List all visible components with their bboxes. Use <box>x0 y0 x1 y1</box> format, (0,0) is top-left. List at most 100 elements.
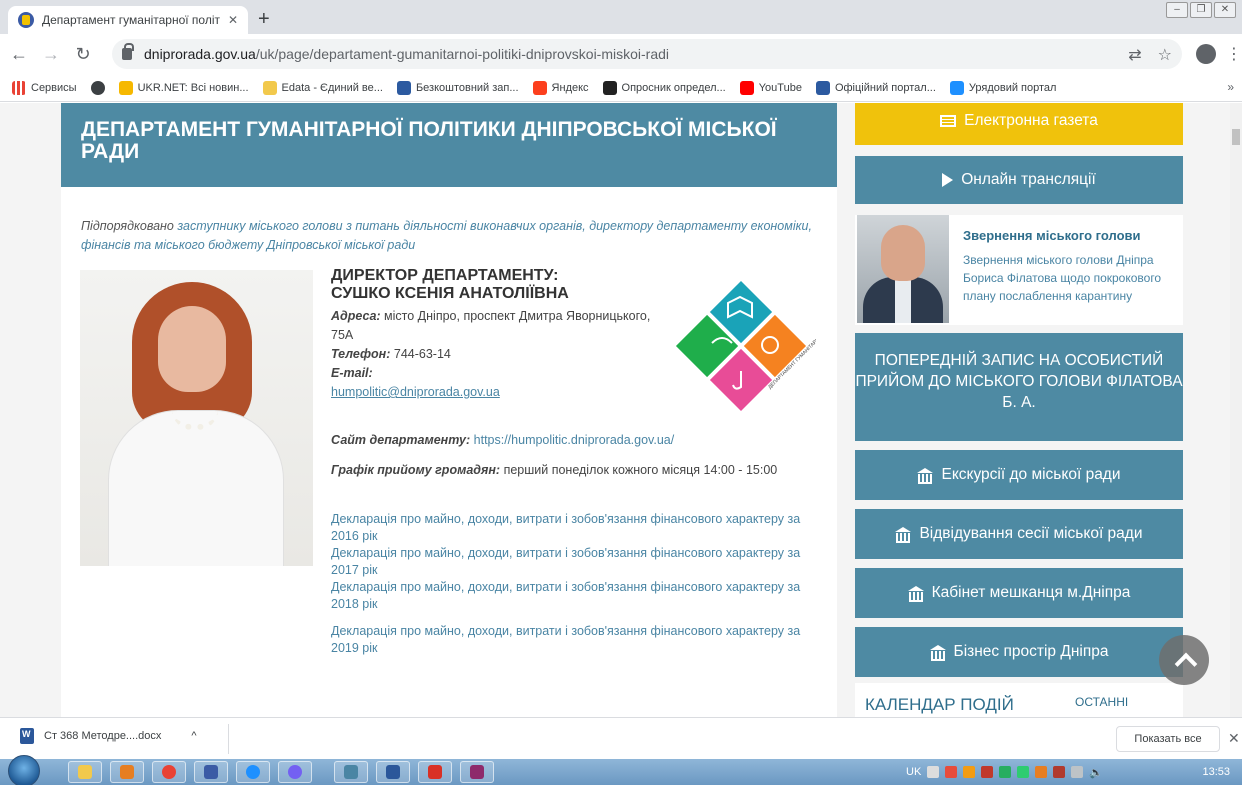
email-link[interactable]: humpolitic@dniprorada.gov.ua <box>331 385 500 399</box>
declaration-link-2016[interactable]: Декларація про майно, доходи, витрати і … <box>331 511 801 545</box>
menu-kebab-icon[interactable]: ⋮ <box>1226 44 1242 64</box>
play-icon <box>942 173 954 187</box>
bookmark-item[interactable]: Edata - Єдиний ве... <box>262 80 383 95</box>
flag-icon[interactable] <box>1035 766 1048 778</box>
bookmark-item[interactable] <box>90 80 105 95</box>
appointment-button[interactable]: ПОПЕРЕДНІЙ ЗАПИС НА ОСОБИСТИЙ ПРИЙОМ ДО … <box>855 333 1183 441</box>
mayor-photo <box>857 215 949 323</box>
tab-strip: Департамент гуманітарної політ ✕ + – ❐ ✕ <box>0 0 1242 34</box>
building-icon <box>917 468 934 484</box>
mayor-appeal-text[interactable]: Звернення міського голови Дніпра Бориса … <box>963 251 1173 319</box>
building-icon <box>929 645 946 661</box>
bookmark-item[interactable]: Опросник определ... <box>602 80 726 95</box>
restore-button[interactable]: ❐ <box>1190 2 1212 18</box>
bookmark-item[interactable]: Сервисы <box>12 80 77 95</box>
director-full-name: СУШКО КСЕНІЯ АНАТОЛІЇВНА <box>331 285 569 302</box>
tray-app-icon[interactable] <box>963 766 976 778</box>
url-path: /uk/page/departament-gumanitarnoi-politi… <box>255 46 670 62</box>
bookmark-item[interactable]: Яндекс <box>532 80 589 95</box>
taskbar-viber[interactable] <box>278 761 312 783</box>
close-window-button[interactable]: ✕ <box>1214 2 1236 18</box>
new-tab-button[interactable]: + <box>258 9 270 29</box>
subordinate-link[interactable]: заступнику міського голови з питань діял… <box>81 219 812 252</box>
scrollbar-thumb[interactable] <box>1232 129 1240 145</box>
close-download-bar-icon[interactable]: ✕ <box>1228 730 1240 747</box>
download-bar: Ст 368 Методре....docx ^ Показать все ✕ <box>0 717 1242 759</box>
declaration-link-2018[interactable]: Декларація про майно, доходи, витрати і … <box>331 579 801 613</box>
newspaper-icon <box>940 115 957 127</box>
translate-icon[interactable]: ⇄ <box>1128 45 1141 65</box>
taskbar-media[interactable] <box>110 761 144 783</box>
forward-icon[interactable]: → <box>38 44 64 65</box>
bookmark-item[interactable]: Безкоштовний зап... <box>396 80 519 95</box>
tray-app-icon[interactable] <box>999 766 1012 778</box>
taskbar-app[interactable] <box>334 761 368 783</box>
profile-avatar-icon[interactable] <box>1196 44 1216 64</box>
taskbar-player[interactable] <box>194 761 228 783</box>
ie-icon <box>246 765 260 779</box>
bookmark-favicon-icon <box>262 80 277 95</box>
tray-app-icon[interactable] <box>1053 766 1066 778</box>
word-document-icon <box>20 728 34 744</box>
broadcasts-button[interactable]: Онлайн трансляції <box>855 156 1183 204</box>
back-icon[interactable]: ← <box>6 44 32 65</box>
bookmark-item[interactable]: Офіційний портал... <box>815 80 936 95</box>
tab-close-icon[interactable]: ✕ <box>228 13 238 27</box>
bookmark-label: Урядовий портал <box>968 81 1057 94</box>
mayor-appeal-title[interactable]: Звернення міського голови <box>963 228 1141 243</box>
network-icon[interactable] <box>1071 766 1084 778</box>
declaration-link-2019[interactable]: Декларація про майно, доходи, витрати і … <box>331 623 801 657</box>
events-calendar: КАЛЕНДАР ПОДІЙ ОСТАННІ <box>855 683 1183 717</box>
play-icon <box>204 765 218 779</box>
bookmark-star-icon[interactable]: ☆ <box>1158 45 1172 65</box>
scroll-to-top-button[interactable] <box>1159 635 1209 685</box>
bookmark-label: Безкоштовний зап... <box>415 81 519 94</box>
browser-tab[interactable]: Департамент гуманітарної політ ✕ <box>8 6 248 34</box>
show-all-button[interactable]: Показать все <box>1116 726 1220 752</box>
minimize-button[interactable]: – <box>1166 2 1188 18</box>
resident-cabinet-button[interactable]: Кабінет мешканця м.Дніпра <box>855 568 1183 618</box>
reload-icon[interactable]: ↻ <box>70 44 96 65</box>
schedule-line: Графік прийому громадян: перший понеділо… <box>331 461 801 480</box>
page-title: ДЕПАРТАМЕНТ ГУМАНІТАРНОЇ ПОЛІТИКИ ДНІПРО… <box>61 103 837 187</box>
tray-app-icon[interactable] <box>945 766 958 778</box>
download-item[interactable]: Ст 368 Методре....docx ^ <box>20 728 197 744</box>
chevron-up-icon[interactable]: ^ <box>191 730 196 742</box>
bookmark-item[interactable]: Урядовий портал <box>949 80 1057 95</box>
newspaper-button[interactable]: Електронна газета <box>855 103 1183 145</box>
taskbar-chrome[interactable] <box>152 761 186 783</box>
keyboard-icon[interactable] <box>927 766 940 778</box>
volume-icon[interactable]: 🔈 <box>1089 766 1103 779</box>
taskbar-clock[interactable]: 13:53 <box>1202 766 1230 778</box>
schedule-value: перший понеділок кожного місяця 14:00 - … <box>503 463 778 477</box>
pdf-icon <box>428 765 442 779</box>
bookmark-favicon-icon <box>602 80 617 95</box>
chrome-icon <box>162 765 176 779</box>
taskbar-reader[interactable] <box>418 761 452 783</box>
viber-icon <box>288 765 302 779</box>
shield-icon[interactable] <box>981 766 994 778</box>
language-indicator[interactable]: UK <box>906 766 921 778</box>
address-bar[interactable]: dniprorada.gov.ua /uk/page/departament-g… <box>112 39 1182 69</box>
taskbar-explorer[interactable] <box>68 761 102 783</box>
taskbar-word[interactable] <box>376 761 410 783</box>
session-button[interactable]: Відвідування сесії міської ради <box>855 509 1183 559</box>
window-controls: – ❐ ✕ <box>1166 2 1236 18</box>
page-scrollbar[interactable] <box>1230 103 1242 717</box>
tray-app-icon[interactable] <box>1017 766 1030 778</box>
app-icon <box>344 765 358 779</box>
start-button[interactable] <box>8 755 40 785</box>
main-content: ДЕПАРТАМЕНТ ГУМАНІТАРНОЇ ПОЛІТИКИ ДНІПРО… <box>61 103 837 717</box>
bookmark-item[interactable]: YouTube <box>739 80 802 95</box>
declaration-link-2017[interactable]: Декларація про майно, доходи, витрати і … <box>331 545 801 579</box>
bookmark-favicon-icon <box>815 80 830 95</box>
business-button[interactable]: Бізнес простір Дніпра <box>855 627 1183 677</box>
taskbar-archive[interactable] <box>460 761 494 783</box>
mayor-appeal-card[interactable]: Звернення міського голови Звернення місь… <box>855 215 1183 325</box>
site-link[interactable]: https://humpolitic.dniprorada.gov.ua/ <box>474 433 675 447</box>
taskbar-ie[interactable] <box>236 761 270 783</box>
recent-tab[interactable]: ОСТАННІ <box>1075 695 1128 709</box>
excursions-button[interactable]: Екскурсії до міської ради <box>855 450 1183 500</box>
bookmarks-overflow-icon[interactable]: » <box>1227 80 1234 94</box>
bookmark-item[interactable]: UKR.NET: Всі новин... <box>118 80 249 95</box>
